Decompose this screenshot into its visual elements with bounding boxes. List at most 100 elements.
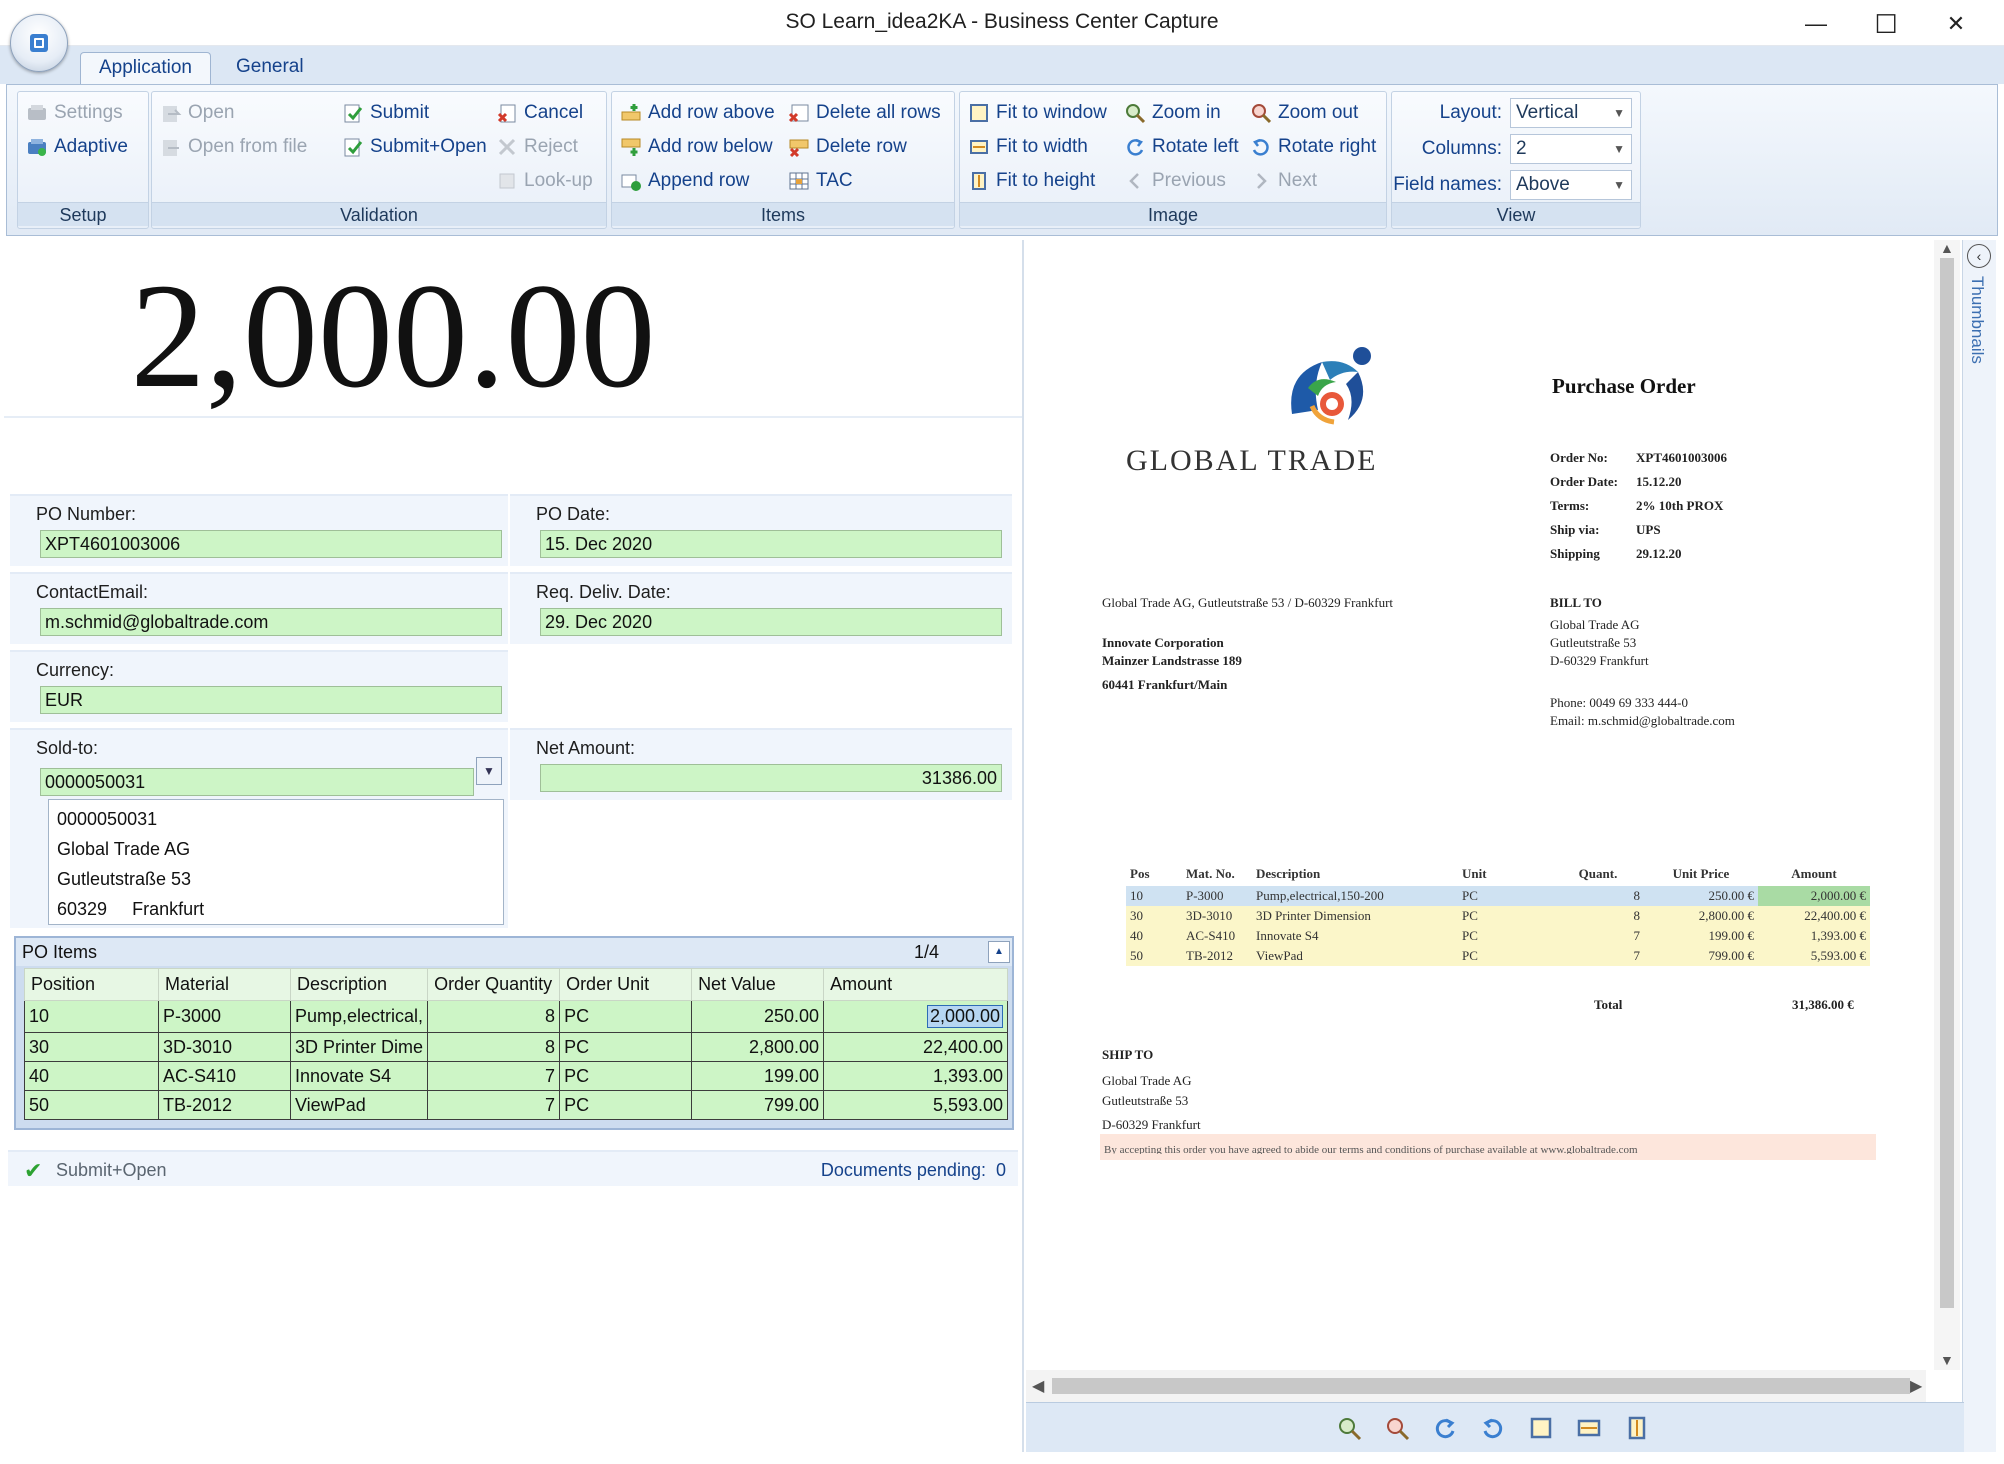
submit-open-button[interactable]: Submit+Open	[342, 132, 487, 162]
collapse-button[interactable]: ▲	[988, 941, 1010, 963]
sold-to-input[interactable]: 0000050031	[40, 768, 474, 796]
column-header[interactable]: Description	[289, 968, 429, 1001]
cell-position[interactable]: 50	[24, 1090, 159, 1120]
add-row-above-button[interactable]: Add row above	[620, 98, 775, 128]
sold-to-dropdown-button[interactable]: ▼	[476, 757, 502, 785]
thumbnails-label[interactable]: Thumbnails	[1967, 276, 1987, 364]
scroll-up-icon[interactable]: ▲	[1940, 240, 1954, 256]
delete-row-button[interactable]: Delete row	[788, 132, 907, 162]
cell-material[interactable]: AC-S410	[158, 1061, 291, 1091]
close-button[interactable]: ✕	[1930, 6, 1982, 42]
cell-net-value[interactable]: 199.00	[691, 1061, 825, 1091]
column-header[interactable]: Amount	[823, 968, 1009, 1001]
add-row-below-button[interactable]: Add row below	[620, 132, 773, 162]
cell-order-quantity[interactable]: 8	[427, 1000, 561, 1033]
zoom-out-button[interactable]: Zoom out	[1250, 98, 1358, 128]
cell-order-unit[interactable]: PC	[559, 1090, 693, 1120]
application-menu-button[interactable]	[10, 14, 68, 72]
tac-button[interactable]: TAC	[788, 166, 853, 196]
cell-amount[interactable]: 22,400.00	[823, 1032, 1009, 1062]
contact-email-input[interactable]: m.schmid@globaltrade.com	[40, 608, 502, 636]
fit-to-width-button[interactable]: Fit to width	[968, 132, 1088, 162]
zoom-in-button[interactable]: Zoom in	[1124, 98, 1221, 128]
layout-select[interactable]: Vertical ▼	[1510, 98, 1632, 128]
cell-description[interactable]: Innovate S4	[289, 1061, 429, 1091]
cell-material[interactable]: TB-2012	[158, 1090, 291, 1120]
req-deliv-date-input[interactable]: 29. Dec 2020	[540, 608, 1002, 636]
cell-order-quantity[interactable]: 7	[427, 1090, 561, 1120]
column-header[interactable]: Net Value	[691, 968, 825, 1001]
zoom-in-icon[interactable]	[1336, 1415, 1362, 1441]
cell-position[interactable]: 10	[24, 1000, 159, 1033]
submit-button[interactable]: Submit	[342, 98, 429, 128]
cell-position[interactable]: 30	[24, 1032, 159, 1062]
cell-net-value[interactable]: 250.00	[691, 1000, 825, 1033]
append-row-button[interactable]: Append row	[620, 166, 749, 196]
cell-description[interactable]: 3D Printer Dime	[289, 1032, 429, 1062]
po-number-input[interactable]: XPT4601003006	[40, 530, 502, 558]
cell-description[interactable]: Pump,electrical,	[289, 1000, 429, 1033]
next-button[interactable]: Next	[1250, 166, 1317, 196]
fit-to-window-button[interactable]: Fit to window	[968, 98, 1107, 128]
scrollbar-thumb[interactable]	[1052, 1378, 1910, 1394]
column-header[interactable]: Order Quantity	[427, 968, 561, 1001]
net-amount-input[interactable]: 31386.00	[540, 764, 1002, 792]
rotate-left-button[interactable]: Rotate left	[1124, 132, 1239, 162]
cell-amount[interactable]: 2,000.00	[823, 1000, 1009, 1033]
fit-to-width-icon[interactable]	[1576, 1415, 1602, 1441]
minimize-button[interactable]: —	[1790, 6, 1842, 42]
cell-description[interactable]: ViewPad	[289, 1090, 429, 1120]
scrollbar-thumb[interactable]	[1940, 258, 1954, 1308]
cell-net-value[interactable]: 2,800.00	[691, 1032, 825, 1062]
rotate-right-button[interactable]: Rotate right	[1250, 132, 1376, 162]
columns-select[interactable]: 2 ▼	[1510, 134, 1632, 164]
column-header[interactable]: Position	[24, 968, 159, 1001]
pane-splitter[interactable]	[1022, 240, 1024, 1452]
cancel-button[interactable]: Cancel	[496, 98, 583, 128]
cell-position[interactable]: 40	[24, 1061, 159, 1091]
currency-input[interactable]: EUR	[40, 686, 502, 714]
scroll-down-icon[interactable]: ▼	[1940, 1352, 1954, 1368]
zoom-out-icon[interactable]	[1384, 1415, 1410, 1441]
cell-order-unit[interactable]: PC	[559, 1000, 693, 1033]
fit-to-height-button[interactable]: Fit to height	[968, 166, 1095, 196]
selected-cell-value[interactable]: 2,000.00	[926, 1005, 1004, 1028]
cell-order-unit[interactable]: PC	[559, 1032, 693, 1062]
scroll-left-icon[interactable]: ◀	[1032, 1376, 1044, 1396]
rotate-right-icon[interactable]	[1480, 1415, 1506, 1441]
field-names-select[interactable]: Above ▼	[1510, 170, 1632, 200]
document-viewer[interactable]	[1026, 240, 1974, 1370]
delete-all-rows-button[interactable]: Delete all rows	[788, 98, 941, 128]
rotate-left-icon[interactable]	[1432, 1415, 1458, 1441]
cell-order-unit[interactable]: PC	[559, 1061, 693, 1091]
cell-material[interactable]: 3D-3010	[158, 1032, 291, 1062]
cell-amount[interactable]: 1,393.00	[823, 1061, 1009, 1091]
reject-button[interactable]: Reject	[496, 132, 578, 162]
look-up-button[interactable]: Look-up	[496, 166, 593, 196]
cell-order-quantity[interactable]: 8	[427, 1032, 561, 1062]
previous-button[interactable]: Previous	[1124, 166, 1226, 196]
open-from-file-button[interactable]: Open from file	[160, 132, 307, 162]
horizontal-scrollbar[interactable]: ◀ ▶	[1026, 1370, 1926, 1402]
tab-general[interactable]: General	[218, 52, 322, 84]
po-date-input[interactable]: 15. Dec 2020	[540, 530, 1002, 558]
fit-to-height-label: Fit to height	[996, 170, 1096, 191]
tab-application[interactable]: Application	[80, 52, 211, 84]
maximize-button[interactable]: ☐	[1860, 6, 1912, 42]
look-up-icon	[499, 173, 515, 189]
chevron-left-icon[interactable]: ‹	[1967, 244, 1991, 268]
column-header[interactable]: Order Unit	[559, 968, 693, 1001]
fit-to-window-icon[interactable]	[1528, 1415, 1554, 1441]
fit-to-height-icon[interactable]	[1624, 1415, 1650, 1441]
column-header[interactable]: Material	[158, 968, 291, 1001]
thumbnails-panel[interactable]: ‹ Thumbnails	[1962, 240, 1996, 1452]
open-button[interactable]: Open	[160, 98, 234, 128]
settings-button[interactable]: Settings	[26, 98, 123, 128]
adaptive-button[interactable]: Adaptive	[26, 132, 128, 162]
scroll-right-icon[interactable]: ▶	[1910, 1376, 1922, 1396]
cell-amount[interactable]: 5,593.00	[823, 1090, 1009, 1120]
cell-material[interactable]: P-3000	[158, 1000, 291, 1033]
vertical-scrollbar[interactable]: ▲ ▼	[1934, 240, 1960, 1370]
cell-net-value[interactable]: 799.00	[691, 1090, 825, 1120]
cell-order-quantity[interactable]: 7	[427, 1061, 561, 1091]
